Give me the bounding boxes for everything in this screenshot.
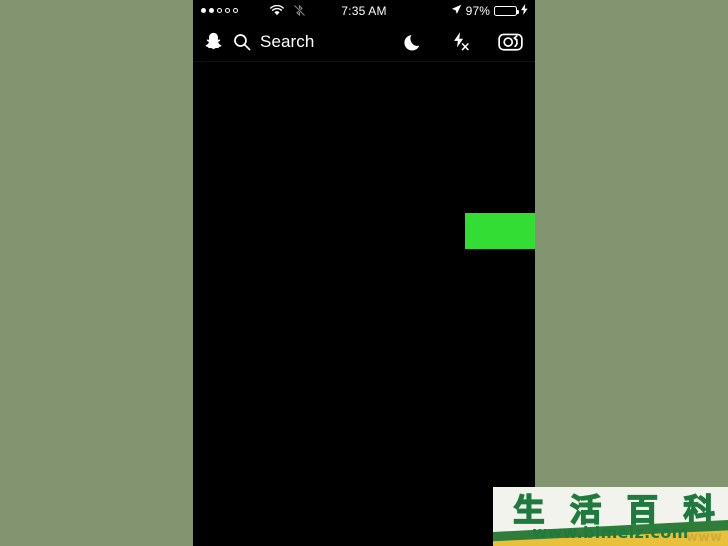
phone-screen: 7:35 AM 97% Search [193,0,535,546]
search-input[interactable]: Search [260,32,314,52]
status-bar: 7:35 AM 97% [193,0,535,21]
watermark: 生 活 百 科 www.bimeiz.com www [493,487,728,546]
battery-icon [494,5,519,16]
app-header-left: Search [203,21,314,62]
battery-percent-label: 97% [465,3,490,18]
watermark-characters: 生 活 百 科 [501,487,728,530]
search-icon[interactable] [233,33,251,51]
app-header-right [404,21,523,62]
screenshot-canvas: 7:35 AM 97% Search 生 活 百 科 www.bimeiz.co… [0,0,728,546]
right-arrow-annotation [465,189,535,273]
location-arrow-icon [451,2,462,20]
lightning-bolt-icon [521,2,528,20]
crescent-moon-icon[interactable] [404,32,424,52]
status-bar-right: 97% [451,0,528,21]
flash-off-icon[interactable] [450,31,472,52]
watermark-shadow-text: www [685,530,722,545]
flip-camera-icon[interactable] [498,31,523,52]
app-header-bar: Search [193,21,535,62]
snapchat-ghost-icon[interactable] [203,31,224,52]
